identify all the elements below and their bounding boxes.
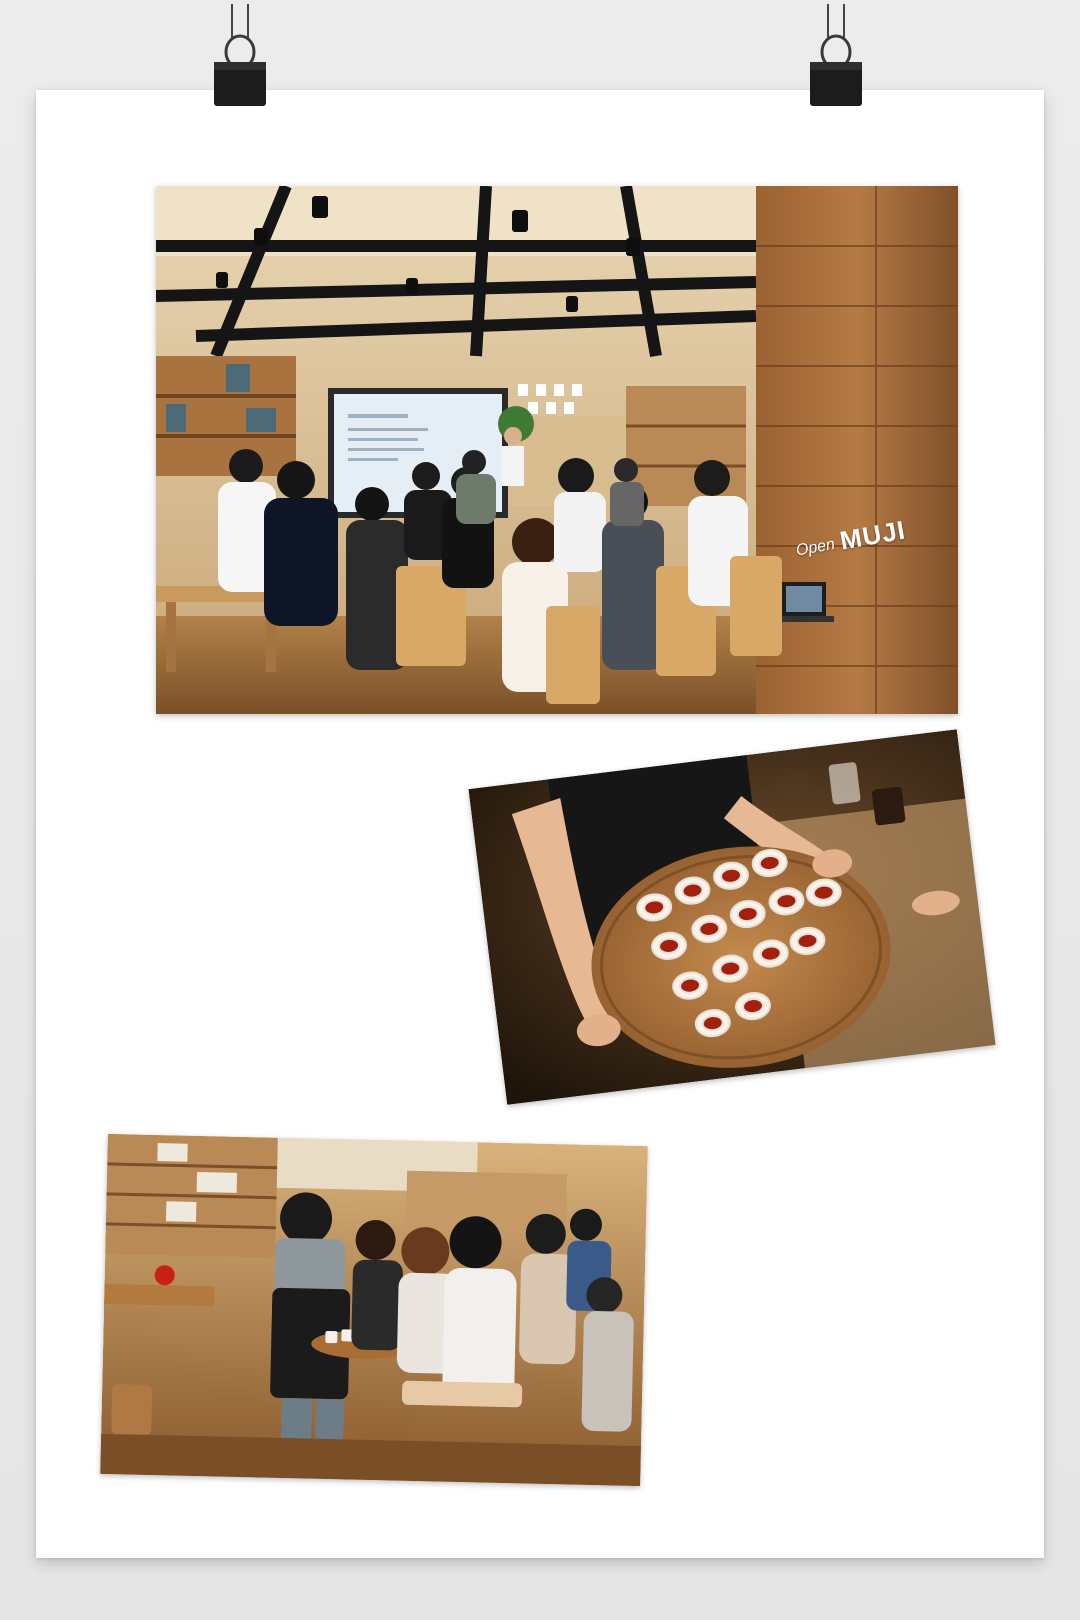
photo-tea-tray [468,729,996,1105]
tea-tray-illustration [468,729,996,1105]
serving-tea-illustration [100,1133,648,1487]
store-sign-open: Open [794,535,836,560]
photo-serving-tea [100,1133,648,1487]
binder-clip-icon-left [214,4,266,106]
photo-event-hall: OpenMUJI [156,186,958,714]
binder-clip-icon-right [810,4,862,106]
event-hall-illustration [156,186,958,714]
